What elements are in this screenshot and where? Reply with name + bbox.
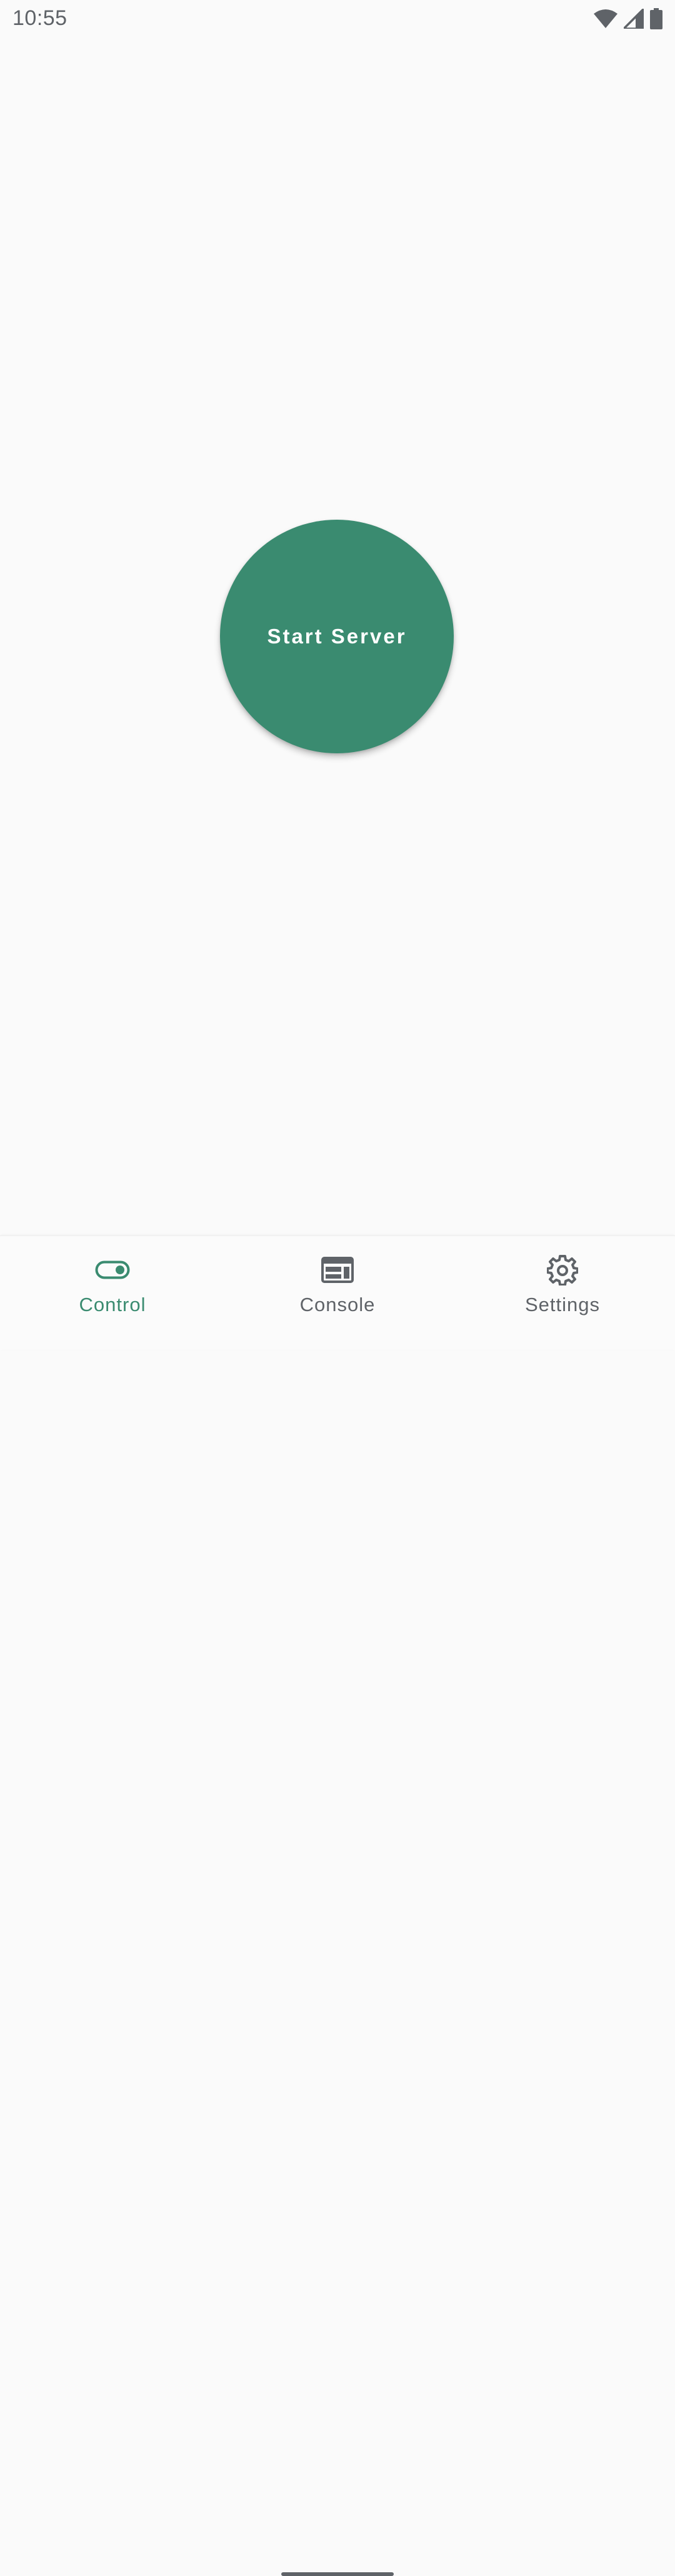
wifi-icon <box>594 9 618 28</box>
nav-item-control[interactable]: Control <box>0 1236 225 1330</box>
toggle-icon <box>95 1252 130 1287</box>
start-server-button[interactable]: Start Server <box>220 520 454 753</box>
gesture-handle[interactable] <box>281 2572 394 2576</box>
nav-item-settings[interactable]: Settings <box>450 1236 675 1330</box>
nav-label-settings: Settings <box>524 1294 600 1315</box>
status-bar: 10:55 <box>0 0 675 40</box>
bottom-navigation: Control Console Settings <box>0 1236 675 2576</box>
status-time: 10:55 <box>12 6 68 30</box>
nav-label-console: Console <box>299 1294 376 1315</box>
nav-label-control: Control <box>79 1294 146 1315</box>
battery-icon <box>650 8 662 29</box>
console-icon <box>321 1252 354 1287</box>
nav-item-console[interactable]: Console <box>225 1236 450 1330</box>
start-server-label: Start Server <box>267 625 407 648</box>
gear-icon <box>547 1252 578 1287</box>
signal-icon <box>624 9 644 29</box>
status-icons <box>594 7 662 30</box>
